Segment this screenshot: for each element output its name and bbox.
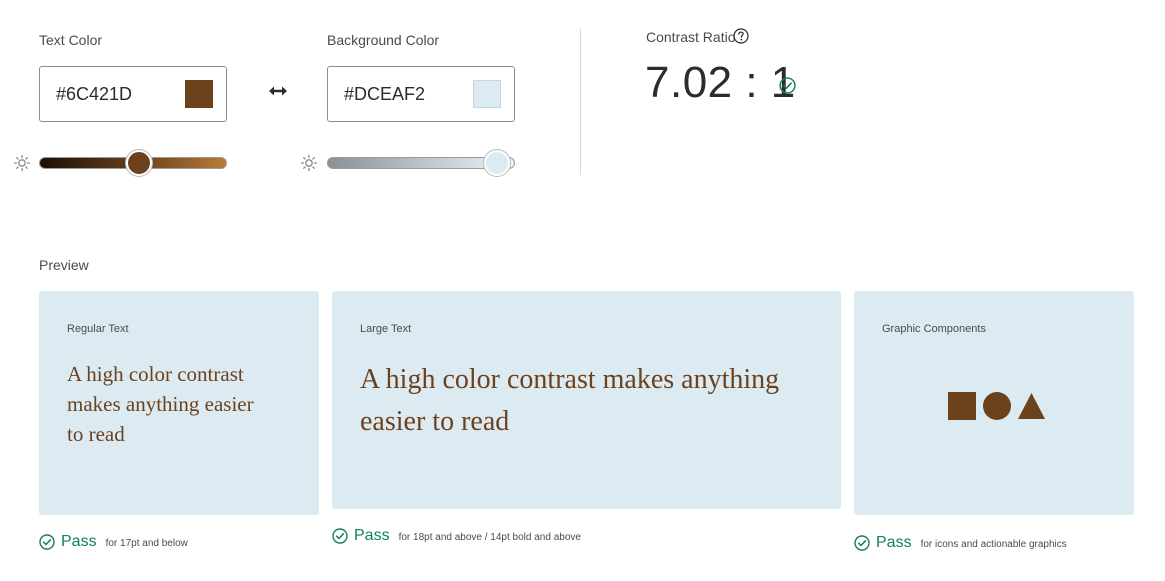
contrast-ratio-label: Contrast Ratio — [646, 29, 736, 45]
pass-label: Pass — [61, 533, 97, 550]
large-text-card: Large Text A high color contrast makes a… — [332, 291, 841, 509]
text-color-field[interactable] — [39, 66, 227, 122]
circle-icon — [983, 392, 1011, 420]
text-color-label: Text Color — [39, 32, 103, 48]
brightness-icon — [300, 154, 318, 172]
background-color-label: Background Color — [327, 32, 440, 48]
checkmark-circle-icon — [854, 535, 870, 551]
checkmark-circle-icon — [39, 534, 55, 550]
pass-label: Pass — [354, 527, 390, 544]
checkmark-circle-icon — [332, 528, 348, 544]
contrast-ratio-value: 7.02 : 1 — [645, 58, 796, 107]
brightness-icon — [13, 154, 31, 172]
background-brightness-slider[interactable] — [327, 150, 515, 176]
pass-note: for 17pt and below — [105, 538, 188, 549]
regular-text-sample: A high color contrast makes anything eas… — [67, 362, 254, 446]
checkmark-circle-icon — [779, 77, 796, 94]
large-text-result: Pass for 18pt and above / 14pt bold and … — [332, 527, 581, 545]
triangle-icon — [1018, 393, 1045, 419]
graphic-components-result: Pass for icons and actionable graphics — [854, 534, 1067, 552]
text-color-swatch[interactable] — [185, 80, 213, 108]
regular-text-card: Regular Text A high color contrast makes… — [39, 291, 319, 515]
large-text-sample: A high color contrast makes anything eas… — [360, 364, 780, 437]
text-brightness-slider[interactable] — [39, 150, 227, 176]
text-color-input[interactable] — [56, 82, 166, 106]
graphic-components-card: Graphic Components — [854, 291, 1134, 515]
regular-text-result: Pass for 17pt and below — [39, 533, 188, 551]
background-color-swatch[interactable] — [473, 80, 501, 108]
background-brightness-handle[interactable] — [484, 150, 510, 176]
card-title: Large Text — [360, 323, 412, 335]
pass-label: Pass — [876, 534, 912, 551]
square-icon — [948, 392, 976, 420]
pass-note: for 18pt and above / 14pt bold and above — [398, 532, 581, 543]
text-brightness-handle[interactable] — [126, 150, 152, 176]
background-color-field[interactable] — [327, 66, 515, 122]
help-icon[interactable] — [733, 28, 749, 44]
background-color-input[interactable] — [344, 82, 454, 106]
section-divider — [580, 29, 581, 175]
pass-note: for icons and actionable graphics — [920, 539, 1067, 550]
swap-arrows-icon[interactable] — [268, 83, 288, 99]
card-title: Graphic Components — [882, 323, 986, 335]
preview-label: Preview — [39, 257, 89, 273]
card-title: Regular Text — [67, 323, 129, 335]
